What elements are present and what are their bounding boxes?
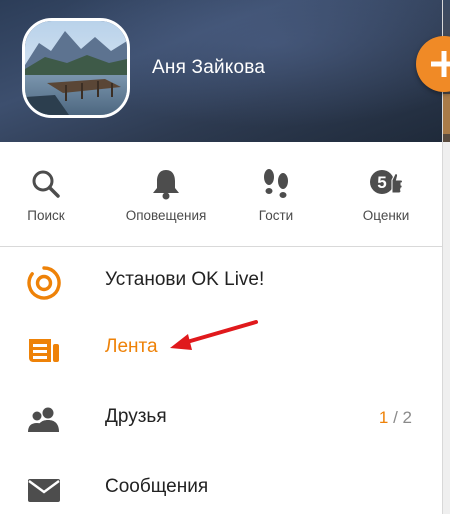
friends-counter-new: 1 bbox=[378, 408, 389, 427]
quick-action-search[interactable]: Поиск bbox=[0, 142, 96, 246]
bell-icon bbox=[153, 170, 179, 200]
menu-item-label: Друзья bbox=[105, 406, 167, 427]
menu-item-ok-live[interactable]: Установи OK Live! bbox=[0, 247, 442, 317]
rating-five-icon: 5 bbox=[370, 170, 403, 194]
footprints-icon bbox=[264, 169, 288, 198]
quick-actions-row: Поиск Оповещения Гости 5 Оценки bbox=[0, 142, 442, 247]
quick-action-label: Оповещения bbox=[125, 208, 207, 223]
plus-icon bbox=[431, 51, 450, 77]
friends-counter-total: 2 bbox=[402, 408, 412, 427]
quick-action-label: Поиск bbox=[27, 208, 65, 223]
svg-text:5: 5 bbox=[377, 173, 386, 192]
ok-live-icon bbox=[27, 266, 61, 300]
annotation-arrow bbox=[170, 320, 258, 350]
quick-action-label: Оценки bbox=[362, 208, 410, 223]
profile-name[interactable]: Аня Зайкова bbox=[152, 57, 265, 79]
quick-action-notifications[interactable]: Оповещения bbox=[116, 142, 216, 246]
quick-action-guests[interactable]: Гости bbox=[226, 142, 326, 246]
menu-item-label: Лента bbox=[105, 336, 158, 357]
friends-counter: 1 / 2 bbox=[379, 408, 412, 428]
friends-icon bbox=[28, 407, 59, 432]
menu-item-label: Сообщения bbox=[105, 476, 209, 497]
search-icon bbox=[32, 170, 60, 198]
envelope-icon bbox=[28, 479, 60, 502]
quick-action-ratings[interactable]: 5 Оценки bbox=[336, 142, 436, 246]
main-content-photo-edge bbox=[443, 94, 450, 134]
navigation-drawer: Аня Зайкова Поиск Оповещения Гости 5 Оце… bbox=[0, 0, 442, 514]
menu-item-friends[interactable]: Друзья 1 / 2 bbox=[0, 384, 442, 454]
profile-header[interactable]: Аня Зайкова bbox=[0, 0, 442, 142]
menu-item-label: Установи OK Live! bbox=[105, 269, 265, 290]
feed-icon bbox=[29, 339, 59, 362]
avatar[interactable] bbox=[22, 18, 130, 118]
avatar-photo-landscape bbox=[25, 21, 127, 115]
friends-counter-separator: / bbox=[388, 408, 403, 427]
quick-action-label: Гости bbox=[258, 208, 294, 223]
